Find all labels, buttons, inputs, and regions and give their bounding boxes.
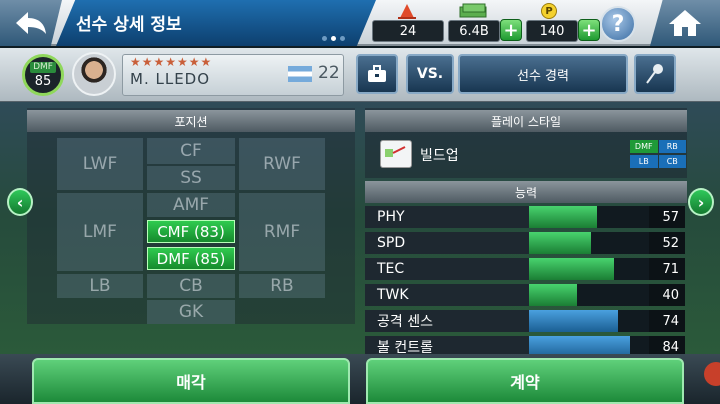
- ability-value: 52: [649, 232, 685, 254]
- mini-pos-rb: RB: [658, 140, 686, 153]
- mini-pos-lb: LB: [630, 154, 658, 168]
- ability-bar-fill: [529, 206, 598, 228]
- ability-label: 공격 센스: [365, 310, 529, 332]
- sell-button[interactable]: 매각: [32, 358, 350, 404]
- position-badge: DMF 85: [22, 54, 64, 96]
- pos-lb: LB: [57, 274, 143, 298]
- pos-cb: CB: [147, 274, 235, 298]
- prev-player-button[interactable]: ‹: [7, 188, 33, 216]
- points-count: 140: [526, 20, 578, 42]
- cones-count: 24: [372, 20, 444, 42]
- add-money-button[interactable]: +: [500, 19, 522, 41]
- position-header: 포지션: [27, 110, 355, 132]
- ability-bar-fill: [529, 258, 615, 280]
- contract-button[interactable]: 계약: [366, 358, 684, 404]
- playstyle-icon: [380, 140, 412, 168]
- add-points-button[interactable]: +: [578, 19, 600, 41]
- ability-bar: [529, 232, 649, 254]
- player-name: M. LLEDO: [130, 70, 211, 88]
- ability-panel: 능력 PHY 57 SPD 52 TEC 71 TWK 40 공격 센스 74 볼 컨트롤 84: [365, 181, 687, 355]
- ability-row: 볼 컨트롤 84: [365, 335, 687, 355]
- overall-rating: 85: [34, 74, 52, 89]
- pos-amf: AMF: [147, 193, 235, 217]
- player-stars: ★★★★★★★: [130, 55, 213, 69]
- nationality-flag: [288, 66, 312, 82]
- ability-header: 능력: [365, 181, 687, 203]
- page-title: 선수 상세 정보: [76, 15, 182, 35]
- ability-label: SPD: [365, 232, 529, 254]
- ability-label: 볼 컨트롤: [365, 336, 529, 355]
- vs-button[interactable]: VS.: [406, 54, 454, 94]
- ability-bar: [529, 258, 649, 280]
- next-player-button[interactable]: ›: [688, 188, 714, 216]
- pin-button[interactable]: [634, 54, 676, 94]
- playstyle-name: 빌드업: [420, 148, 459, 164]
- ability-value: 71: [649, 258, 685, 280]
- page-indicator: [322, 36, 345, 41]
- pos-rb: RB: [239, 274, 325, 298]
- points-icon: P: [541, 3, 557, 19]
- player-avatar: [72, 52, 116, 96]
- ability-bar: [529, 310, 649, 332]
- back-arrow-icon: [16, 12, 46, 34]
- ability-label: TWK: [365, 284, 529, 306]
- pos-gk: GK: [147, 300, 235, 324]
- cone-icon: [398, 4, 416, 19]
- ability-row: SPD 52: [365, 231, 687, 255]
- ability-value: 40: [649, 284, 685, 306]
- ability-bar-fill: [529, 284, 577, 306]
- ability-label: TEC: [365, 258, 529, 280]
- mini-pos-cb: CB: [658, 154, 686, 168]
- pos-rmf: RMF: [239, 193, 325, 271]
- ability-value: 74: [649, 310, 685, 332]
- pos-lmf: LMF: [57, 193, 143, 271]
- transfer-button[interactable]: [356, 54, 398, 94]
- player-number: 22: [318, 63, 340, 83]
- ability-bar: [529, 284, 649, 306]
- playstyle-positions: DMF RB LB CB: [630, 140, 686, 168]
- position-label: DMF: [30, 62, 56, 73]
- money-icon: [459, 3, 487, 18]
- pos-lwf: LWF: [57, 138, 143, 190]
- ability-bar-fill: [529, 336, 630, 355]
- home-icon: [669, 10, 701, 36]
- ability-row: TWK 40: [365, 283, 687, 307]
- ability-row: PHY 57: [365, 205, 687, 229]
- career-button[interactable]: 선수 경력: [458, 54, 628, 94]
- ability-label: PHY: [365, 206, 529, 228]
- briefcase-icon: [368, 65, 386, 82]
- mini-pos-dmf: DMF: [630, 140, 658, 153]
- pos-cmf: CMF (83): [147, 220, 235, 243]
- ability-row: TEC 71: [365, 257, 687, 281]
- ability-bar: [529, 206, 649, 228]
- help-button[interactable]: ?: [600, 6, 636, 42]
- money-count: 6.4B: [448, 20, 500, 42]
- pos-dmf: DMF (85): [147, 247, 235, 270]
- ability-value: 57: [649, 206, 685, 228]
- pos-rwf: RWF: [239, 138, 325, 190]
- ability-row: 공격 센스 74: [365, 309, 687, 333]
- ability-bar-fill: [529, 232, 592, 254]
- ability-value: 84: [649, 336, 685, 355]
- pos-ss: SS: [147, 166, 235, 190]
- pin-icon: [646, 64, 663, 84]
- pos-cf: CF: [147, 138, 235, 164]
- ability-bar: [529, 336, 649, 355]
- playstyle-header: 플레이 스타일: [365, 110, 687, 132]
- ability-bar-fill: [529, 310, 618, 332]
